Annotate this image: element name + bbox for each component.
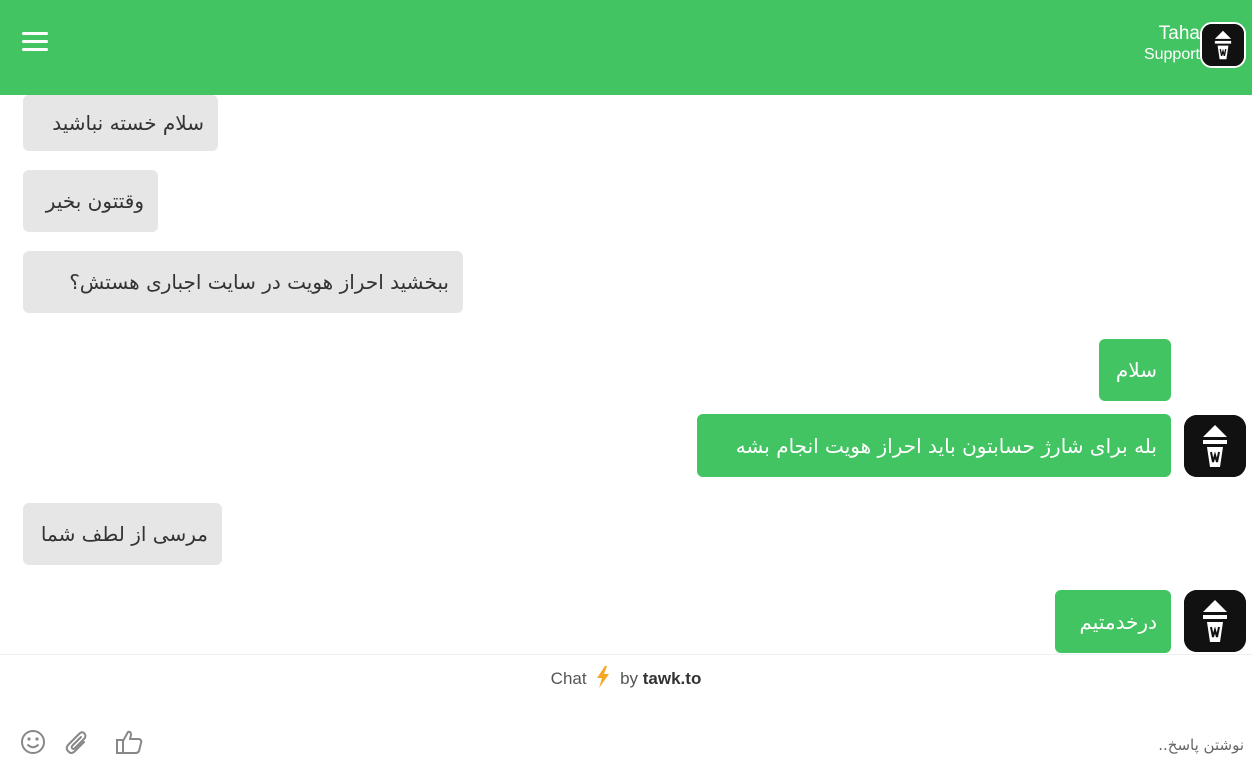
emoji-icon[interactable] [19,726,49,758]
lightning-icon [595,666,611,693]
agent-message: درخدمتیم [1055,590,1171,653]
agent-avatar [1184,415,1246,477]
menu-icon[interactable] [22,31,50,53]
branding-prefix: Chat [550,669,587,688]
agent-info: Taha Support [1144,22,1200,64]
branding-link[interactable]: Chat by tawk.to [0,666,1252,693]
branding-brand: tawk.to [642,669,702,688]
chat-header: Taha Support [0,0,1252,95]
agent-avatar [1184,590,1246,652]
branding-by: by [620,669,639,688]
visitor-message: مرسی از لطف شما [23,503,222,565]
agent-message: سلام [1099,339,1171,401]
agent-message: بله برای شارژ حسابتون باید احراز هویت ان… [697,414,1171,477]
reply-input[interactable] [544,730,1244,760]
visitor-message: سلام خسته نباشید [23,95,218,151]
visitor-message: ببخشید احراز هویت در سایت اجباری هستش؟ [23,251,463,313]
thumbs-up-icon[interactable] [114,726,144,758]
agent-role: Support [1143,46,1200,63]
agent-avatar [1200,22,1246,68]
divider [0,654,1252,655]
visitor-message: وقتتون بخیر [23,170,158,232]
agent-name: Taha [1158,23,1200,44]
attachment-icon[interactable] [63,726,93,758]
